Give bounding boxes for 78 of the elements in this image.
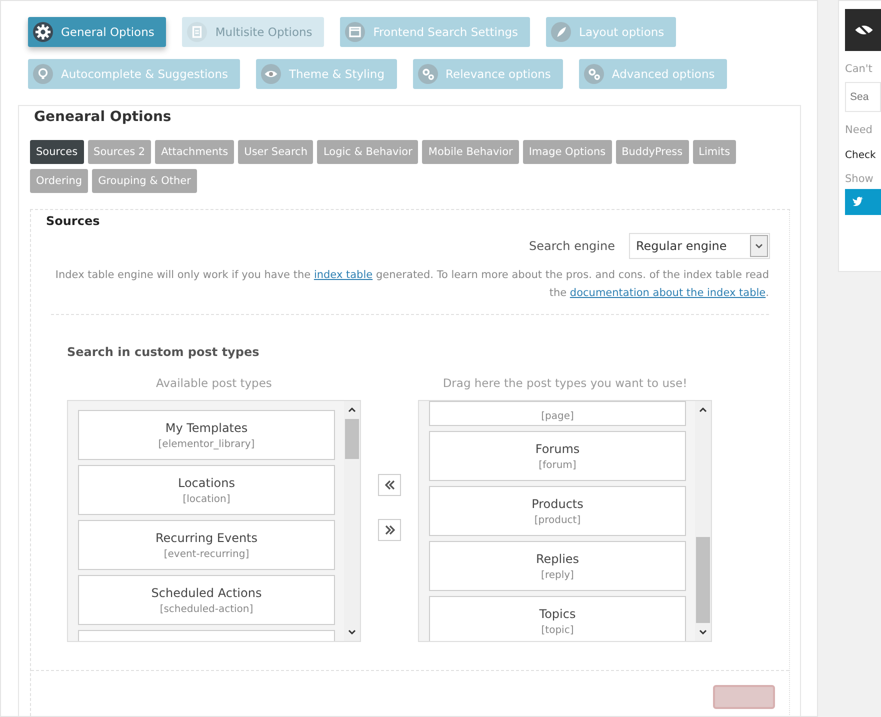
post-type-name: Replies [536, 552, 580, 566]
sidebar-heading: Can't [845, 63, 872, 75]
scrollbar[interactable] [695, 401, 711, 641]
group-title: Search in custom post types [67, 345, 260, 359]
toggle-switch[interactable] [713, 685, 775, 709]
post-type-slug: [event-recurring] [164, 548, 250, 560]
section-tab[interactable]: Limits [692, 140, 736, 164]
help-link[interactable]: documentation about the index table [570, 287, 766, 299]
options-tab[interactable]: Theme & Styling [256, 59, 397, 89]
engine-select[interactable]: Regular engine [629, 233, 770, 259]
bird-icon [851, 195, 865, 209]
move-left-button[interactable] [378, 474, 401, 496]
document-icon [187, 22, 208, 42]
section-tab[interactable]: Sources 2 [88, 140, 152, 164]
post-type-slug: [product] [534, 514, 581, 526]
move-right-button[interactable] [378, 519, 401, 541]
scrollbar-thumb[interactable] [345, 419, 359, 459]
post-type-card[interactable]: Locations [location] [78, 465, 335, 515]
post-type-slug: [reply] [541, 570, 574, 580]
section-tab[interactable]: Ordering [30, 169, 88, 193]
post-type-card[interactable]: Replies [reply] [429, 541, 686, 591]
post-type-card[interactable]: Topics [topic] [429, 596, 686, 641]
post-type-name: Scheduled Actions [151, 586, 262, 600]
double-left-arrow-icon [384, 479, 396, 491]
scrollbar[interactable] [344, 401, 360, 641]
options-tab[interactable]: Autocomplete & Suggestions [28, 59, 240, 89]
gears-icon [584, 64, 604, 84]
options-tab[interactable]: Advanced options [578, 59, 727, 89]
post-type-name: Recurring Events [155, 530, 258, 544]
gear-icon [33, 22, 53, 42]
section-title: Genearal Options [32, 109, 174, 125]
section-tab[interactable]: Image Options [522, 140, 612, 164]
twitter-button[interactable] [845, 189, 881, 215]
post-type-slug: [scheduled-action] [160, 604, 254, 614]
section-tab[interactable]: Mobile Behavior [422, 140, 519, 164]
double-right-arrow-icon [384, 524, 396, 536]
sidebar-heading: Need [845, 124, 872, 136]
post-type-name: Products [532, 496, 584, 510]
post-type-card[interactable]: Products [product] [429, 486, 686, 536]
section-tab[interactable]: User Search [238, 140, 314, 164]
post-type-slug: [topic] [541, 624, 574, 636]
search-field[interactable]: Sea [845, 82, 881, 112]
eye-icon [260, 64, 281, 84]
field-label: Search engine [529, 239, 615, 253]
list-caption: Drag here the post types you want to use! [442, 376, 688, 390]
section-tab[interactable]: Attachments [155, 140, 234, 164]
section-tab[interactable]: Sources [30, 140, 84, 164]
list-caption: Available post types [156, 376, 272, 390]
gears-icon [418, 64, 438, 84]
post-type-name: Topics [539, 606, 576, 620]
post-type-slug: [location] [182, 494, 230, 504]
post-type-card[interactable]: Scheduled Actions [scheduled-action] [78, 575, 335, 625]
post-type-slug: [forum] [538, 460, 576, 470]
caret-icon [750, 235, 768, 257]
post-type-name: My Templates [165, 420, 248, 434]
options-tab[interactable]: Layout options [546, 17, 676, 47]
post-type-slug: [elementor_library] [158, 438, 255, 450]
options-tab[interactable]: Relevance options [412, 59, 563, 89]
post-type-slug: [page] [541, 411, 574, 422]
help-link[interactable]: index table [314, 269, 373, 281]
sidebar-heading: Show [845, 173, 874, 185]
lightbulb-icon [33, 64, 53, 84]
sidebar-link[interactable]: Check [845, 150, 876, 161]
post-type-card[interactable]: My Templates [elementor_library] [78, 410, 335, 460]
section-tab[interactable]: Grouping & Other [92, 169, 197, 193]
options-tab[interactable]: General Options [28, 17, 166, 47]
help-text: Index table engine will only work if you have the index table generated. To learn more about the pros. and cons. of the index table read the documentation about the index table. [51, 266, 769, 315]
post-type-name: Forums [535, 442, 580, 456]
section-tab[interactable]: BuddyPress [616, 140, 689, 164]
post-type-card[interactable]: Forums [forum] [429, 431, 686, 481]
feather-icon [551, 22, 572, 42]
window-icon [345, 22, 366, 42]
scrollbar-thumb[interactable] [696, 537, 710, 623]
options-tab[interactable]: Frontend Search Settings [340, 17, 530, 47]
section-tab[interactable]: Logic & Behavior [317, 140, 418, 164]
post-type-name: Locations [178, 476, 235, 490]
post-type-card[interactable]: [page] [429, 401, 686, 426]
post-type-card[interactable]: Recurring Events [event-recurring] [78, 520, 335, 570]
